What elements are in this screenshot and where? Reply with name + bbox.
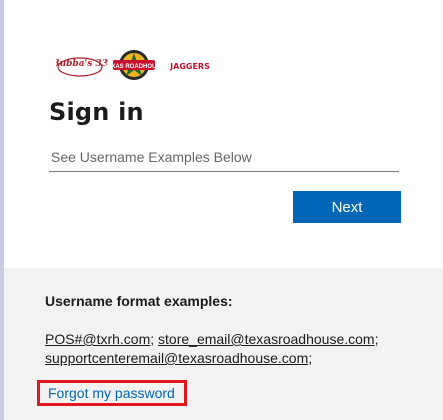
username-format-heading: Username format examples: — [45, 293, 233, 309]
example-separator: ; — [374, 331, 379, 347]
jaggers-logo: JAGGERS — [169, 62, 210, 71]
brand-logos: Bubba's 33 TEXAS ROADHOUSE JAGGERS — [56, 50, 210, 80]
bubbas-logo: Bubba's 33 — [56, 57, 108, 77]
example-store-email: store_email@texasroadhouse.com — [158, 331, 375, 347]
next-button[interactable]: Next — [293, 191, 401, 223]
username-info-panel: Username format examples: POS#@txrh.com;… — [4, 268, 443, 420]
username-input[interactable] — [49, 142, 399, 172]
example-pos-email: POS#@txrh.com — [45, 331, 151, 347]
forgot-password-link[interactable]: Forgot my password — [48, 385, 175, 401]
texas-roadhouse-logo-text: TEXAS ROADHOUSE — [104, 64, 165, 70]
example-separator: ; — [150, 331, 159, 347]
example-support-email: supportcenteremail@texasroadhouse.com — [45, 350, 309, 366]
texas-roadhouse-logo: TEXAS ROADHOUSE — [104, 50, 165, 80]
jaggers-logo-text: JAGGERS — [169, 62, 210, 71]
username-examples: POS#@txrh.com; store_email@texasroadhous… — [45, 330, 435, 368]
forgot-password-highlight: Forgot my password — [37, 380, 187, 406]
page-title: Sign in — [49, 98, 144, 126]
example-separator: ; — [308, 350, 313, 366]
bubbas-logo-text: Bubba's 33 — [56, 59, 108, 69]
